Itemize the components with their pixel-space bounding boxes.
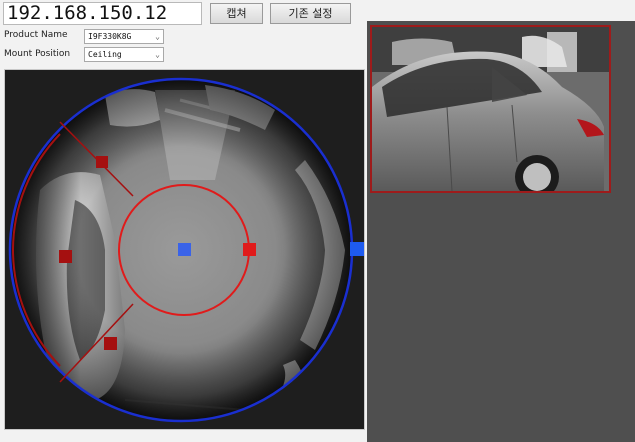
mount-position-select[interactable]: Ceiling ⌄ [84, 47, 164, 62]
roi-corner-handle-bottom[interactable] [104, 337, 117, 350]
chevron-down-icon: ⌄ [155, 50, 160, 59]
radius-handle[interactable] [243, 243, 256, 256]
product-name-select[interactable]: I9F330K8G ⌄ [84, 29, 164, 44]
product-name-value: I9F330K8G [88, 32, 132, 41]
fisheye-canvas[interactable] [5, 70, 365, 430]
capture-button[interactable]: 캡쳐 [210, 3, 263, 24]
edge-handle[interactable] [350, 242, 364, 256]
roi-corner-handle-top[interactable] [96, 156, 108, 168]
roi-corner-handle-left[interactable] [59, 250, 72, 263]
center-handle[interactable] [178, 243, 191, 256]
mount-position-label: Mount Position [4, 49, 71, 59]
default-settings-button[interactable]: 기존 설정 [270, 3, 351, 24]
chevron-down-icon: ⌄ [155, 32, 160, 41]
product-name-label: Product Name [4, 30, 68, 40]
fisheye-view[interactable] [4, 69, 365, 430]
ip-address-field[interactable]: 192.168.150.12 [3, 2, 202, 25]
mount-position-value: Ceiling [88, 50, 122, 59]
dewarped-image [372, 27, 609, 191]
dewarped-view [370, 25, 611, 193]
